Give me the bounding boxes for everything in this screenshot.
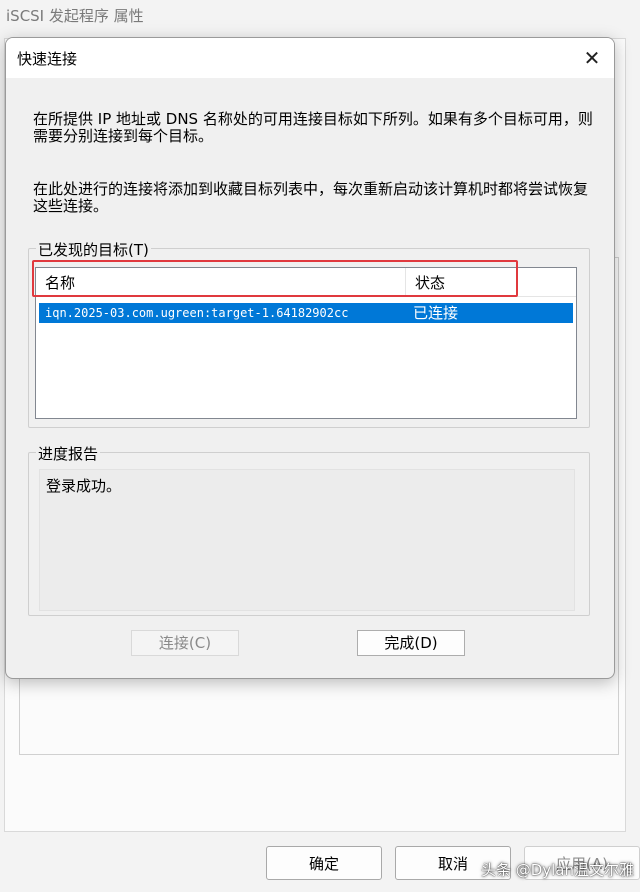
description-text-1: 在所提供 IP 地址或 DNS 名称处的可用连接目标如下所列。如果有多个目标可用… (33, 110, 593, 145)
description-text-2: 在此处进行的连接将添加到收藏目标列表中，每次重新启动该计算机时都将尝试恢复这些连… (33, 180, 589, 215)
close-icon[interactable]: ✕ (576, 42, 608, 74)
connect-button[interactable]: 连接(C) (131, 630, 239, 656)
dialog-titlebar[interactable]: 快速连接 ✕ (6, 38, 614, 78)
dialog-title: 快速连接 (17, 50, 78, 68)
progress-text: 登录成功。 (46, 477, 122, 495)
progress-report-label: 进度报告 (36, 443, 101, 464)
target-list[interactable]: 名称 状态 iqn.2025-03.com.ugreen:target-1.64… (35, 267, 577, 419)
discovered-targets-group: 已发现的目标(T) 名称 状态 iqn.2025-03.com.ugreen:t… (28, 239, 590, 428)
done-button[interactable]: 完成(D) (357, 630, 465, 656)
parent-window-title: iSCSI 发起程序 属性 (6, 7, 144, 25)
column-header-status[interactable]: 状态 (406, 268, 576, 296)
watermark-text: 头条 @Dylan温文尔雅 (480, 861, 634, 879)
ok-button[interactable]: 确定 (266, 846, 382, 880)
target-status: 已连接 (413, 304, 459, 322)
target-name: iqn.2025-03.com.ugreen:target-1.64182902… (45, 306, 349, 320)
target-row[interactable]: iqn.2025-03.com.ugreen:target-1.64182902… (39, 303, 573, 323)
progress-report-box: 登录成功。 (39, 469, 575, 611)
column-header-name[interactable]: 名称 (36, 268, 406, 296)
list-header: 名称 状态 (36, 268, 576, 297)
discovered-targets-label: 已发现的目标(T) (36, 239, 151, 260)
quick-connect-dialog: 快速连接 ✕ 在所提供 IP 地址或 DNS 名称处的可用连接目标如下所列。如果… (5, 37, 615, 679)
progress-report-group: 进度报告 登录成功。 (28, 443, 590, 616)
